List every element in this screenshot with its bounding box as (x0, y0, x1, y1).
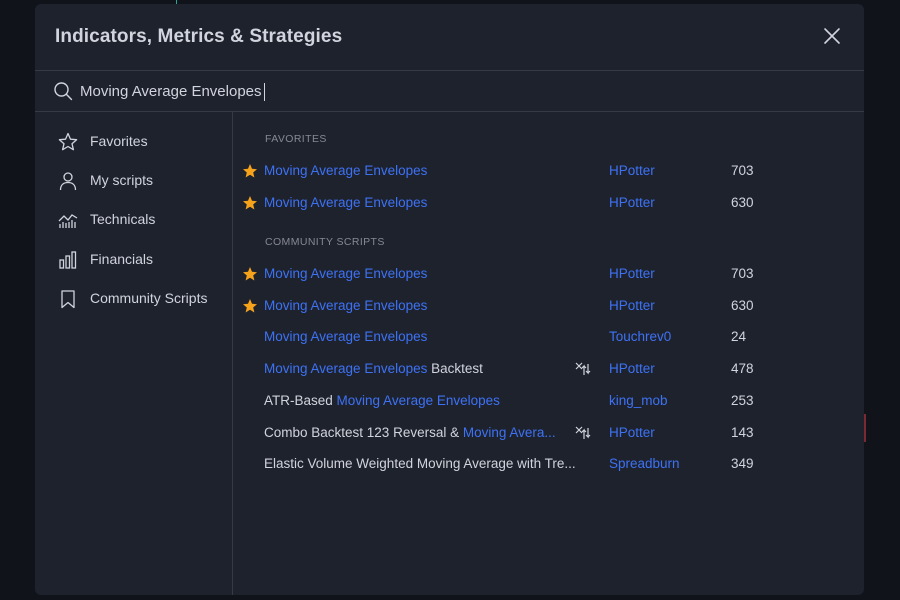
star-filled-icon[interactable] (242, 266, 258, 282)
script-author[interactable]: king_mob (609, 393, 668, 408)
bookmark-icon (61, 290, 75, 309)
indicators-dialog: Indicators, Metrics & Strategies Favorit… (35, 4, 864, 595)
script-likes-count: 143 (731, 424, 754, 440)
user-icon (59, 172, 77, 191)
result-row[interactable]: ATR-Based Moving Average Envelopes king_… (233, 385, 864, 417)
star-filled-icon[interactable] (242, 195, 258, 211)
sidebar-item-financials[interactable]: Financials (35, 241, 232, 277)
technicals-chart-icon (58, 214, 78, 228)
search-input[interactable] (80, 77, 820, 105)
script-name: Elastic Volume Weighted Moving Average w… (264, 456, 594, 471)
search-icon (54, 82, 73, 101)
strategy-icon (575, 362, 591, 376)
sidebar-item-favorites[interactable]: Favorites (35, 123, 232, 159)
result-row[interactable]: Moving Average Envelopes HPotter 703 (233, 258, 864, 290)
script-name-match: Moving Average Envelopes (264, 163, 428, 178)
script-author[interactable]: HPotter (609, 425, 655, 440)
script-name-match: Moving Average Envelopes (336, 392, 500, 408)
script-name-prefix: Combo Backtest 123 Reversal & (264, 424, 463, 440)
script-name: Moving Average Envelopes (264, 266, 594, 281)
script-likes-count: 253 (731, 392, 754, 408)
script-likes-count: 703 (731, 163, 754, 178)
script-name-prefix: ATR-Based (264, 392, 337, 408)
script-author[interactable]: Touchrev0 (609, 329, 671, 344)
script-name: ATR-Based Moving Average Envelopes (264, 393, 594, 408)
sidebar-item-community-scripts[interactable]: Community Scripts (35, 280, 232, 316)
result-row[interactable]: Moving Average Envelopes HPotter 703 (233, 155, 864, 187)
script-likes-count: 630 (731, 297, 754, 313)
script-name: Moving Average Envelopes (264, 298, 594, 313)
sidebar-item-technicals[interactable]: Technicals (35, 201, 232, 237)
result-row[interactable]: Combo Backtest 123 Reversal & Moving Ave… (233, 417, 864, 449)
script-likes-count: 349 (731, 456, 754, 472)
bar-chart-icon (59, 251, 77, 269)
text-cursor (264, 83, 265, 101)
script-name-match: Moving Average Envelopes (264, 361, 428, 377)
sidebar-item-label: Community Scripts (90, 290, 208, 306)
sidebar-item-label: My scripts (90, 172, 153, 188)
section-title-community: COMMUNITY SCRIPTS (265, 236, 385, 248)
script-likes-count: 478 (731, 361, 754, 377)
script-name: Moving Average Envelopes (264, 329, 594, 344)
script-name-suffix: Backtest (427, 361, 483, 377)
script-author[interactable]: HPotter (609, 195, 655, 210)
script-author[interactable]: HPotter (609, 298, 655, 313)
close-icon[interactable] (822, 26, 842, 46)
results-list: FAVORITES Moving Average Envelopes HPott… (233, 111, 864, 595)
sidebar-item-my-scripts[interactable]: My scripts (35, 162, 232, 198)
script-author[interactable]: HPotter (609, 266, 655, 281)
star-filled-icon[interactable] (242, 298, 258, 314)
script-author[interactable]: Spreadburn (609, 456, 680, 471)
star-outline-icon (58, 132, 78, 151)
dialog-header: Indicators, Metrics & Strategies (35, 4, 864, 70)
script-name: Moving Average Envelopes (264, 195, 594, 210)
sidebar-item-label: Favorites (90, 133, 148, 149)
strategy-icon (575, 426, 591, 439)
script-likes-count: 630 (731, 194, 754, 210)
search-bar (35, 70, 864, 112)
dialog-title: Indicators, Metrics & Strategies (55, 26, 343, 47)
script-name-match: Moving Avera... (462, 424, 556, 440)
script-name: Moving Average Envelopes (264, 163, 594, 178)
result-row[interactable]: Moving Average Envelopes Touchrev0 24 (233, 321, 864, 353)
script-name-match: Moving Average Envelopes (264, 194, 428, 210)
category-sidebar: Favorites My scripts Technicals Financia… (35, 111, 233, 595)
script-name: Combo Backtest 123 Reversal & Moving Ave… (264, 425, 594, 440)
script-name: Moving Average Envelopes Backtest (264, 361, 594, 376)
script-likes-count: 703 (731, 266, 754, 281)
script-author[interactable]: HPotter (609, 163, 655, 178)
result-row[interactable]: Moving Average Envelopes HPotter 630 (233, 290, 864, 322)
script-name-match: Moving Average Envelopes (264, 297, 428, 313)
script-likes-count: 24 (731, 329, 747, 345)
script-name-match: Moving Average Envelopes (264, 329, 428, 345)
sidebar-item-label: Financials (90, 251, 154, 267)
script-name-match: Moving Average Envelopes (264, 266, 428, 281)
result-row[interactable]: Moving Average Envelopes Backtest HPotte… (233, 353, 864, 385)
result-row[interactable]: Elastic Volume Weighted Moving Average w… (233, 448, 864, 480)
chart-fragment (864, 414, 866, 442)
sidebar-item-label: Technicals (90, 211, 156, 227)
result-row[interactable]: Moving Average Envelopes HPotter 630 (233, 187, 864, 219)
section-title-favorites: FAVORITES (265, 133, 327, 145)
script-author[interactable]: HPotter (609, 361, 655, 376)
star-filled-icon[interactable] (242, 163, 258, 179)
script-name-prefix: Elastic Volume Weighted Moving Average w… (264, 456, 576, 472)
